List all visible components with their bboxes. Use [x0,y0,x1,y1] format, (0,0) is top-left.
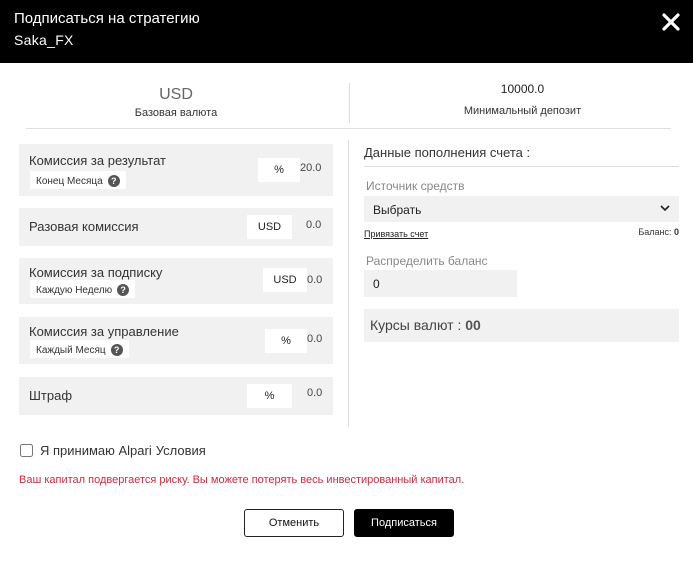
column-divider [348,140,349,427]
fee-period: Конец Месяца [36,175,103,187]
summary-bottom-divider [26,128,671,129]
fee-value: 0.0 [306,219,322,231]
close-icon[interactable] [661,12,681,32]
source-label: Источник средств [366,179,465,193]
subscribe-strategy-modal: Подписаться на стратегию Saka_FX USD Баз… [0,0,693,565]
strategy-name: Saka_FX [14,32,74,48]
funding-title-divider [364,166,679,167]
source-selected: Выбрать [373,203,422,217]
summary-divider [349,83,350,123]
question-icon[interactable]: ? [117,284,130,296]
base-currency-value: USD [159,86,193,103]
fee-unit: % [247,384,292,408]
terms-link[interactable]: Условия [156,443,206,458]
question-icon[interactable]: ? [110,344,123,356]
fee-unit: USD [247,215,292,239]
source-select[interactable]: Выбрать [364,196,679,222]
fee-value: 0.0 [307,387,323,399]
fee-management: Комиссия за управление Каждый Месяц ? % … [19,317,333,364]
distribute-input[interactable]: 0 [364,270,517,297]
min-deposit-value: 10000.0 [500,82,545,96]
balance-display: Баланс: 0 [638,227,679,237]
link-account-link[interactable]: Привязать счет [364,229,428,239]
fee-period-chip: Конец Месяца ? [30,171,126,189]
chevron-down-icon [659,202,671,214]
balance-label: Баланс: [638,227,672,237]
fee-value: 20.0 [300,162,322,174]
min-deposit-label: Минимальный депозит [463,105,582,117]
accept-terms-text: Я принимаю Alpari [40,443,152,458]
fee-value: 0.0 [307,333,323,345]
fee-value: 0.0 [307,274,323,286]
accept-terms-checkbox[interactable] [20,444,33,457]
balance-value: 0 [673,227,679,237]
fee-one-time: Разовая комиссия USD 0.0 [19,208,333,246]
cancel-button[interactable]: Отменить [244,509,344,537]
fee-period: Каждую Неделю [36,284,113,296]
fee-unit: % [265,329,307,353]
funding-title: Данные пополнения счета : [364,145,531,160]
fee-performance: Комиссия за результат Конец Месяца ? % 2… [19,144,333,196]
rates-value: 00 [465,317,481,333]
fee-period-chip: Каждую Неделю ? [30,280,136,298]
distribute-label: Распределить баланс [366,254,488,268]
accept-terms: Я принимаю Alpari Условия [20,443,206,458]
fee-label: Разовая комиссия [29,219,139,234]
fee-unit: USD [263,268,307,292]
exchange-rates: Курсы валют : 00 [364,309,679,342]
modal-header: Подписаться на стратегию Saka_FX [0,0,693,63]
fee-period: Каждый Месяц [36,344,106,356]
question-icon[interactable]: ? [107,175,120,187]
min-deposit-block: 10000.0 Минимальный депозит [360,82,685,117]
risk-warning: Ваш капитал подвергается риску. Вы может… [19,474,465,486]
fee-subscription: Комиссия за подписку Каждую Неделю ? USD… [19,258,333,304]
fee-unit: % [258,158,300,182]
fee-period-chip: Каждый Месяц ? [30,340,129,358]
fee-label: Комиссия за управление [29,324,179,339]
rates-label: Курсы валют : [370,317,462,333]
modal-title: Подписаться на стратегию [14,10,200,27]
base-currency-label: Базовая валюта [134,107,218,119]
fee-penalty: Штраф % 0.0 [19,377,333,415]
base-currency-block: USD Базовая валюта [26,86,326,119]
fee-label: Комиссия за результат [29,153,166,168]
fee-label: Штраф [29,388,73,403]
fee-label: Комиссия за подписку [29,265,163,280]
subscribe-button[interactable]: Подписаться [354,509,454,537]
